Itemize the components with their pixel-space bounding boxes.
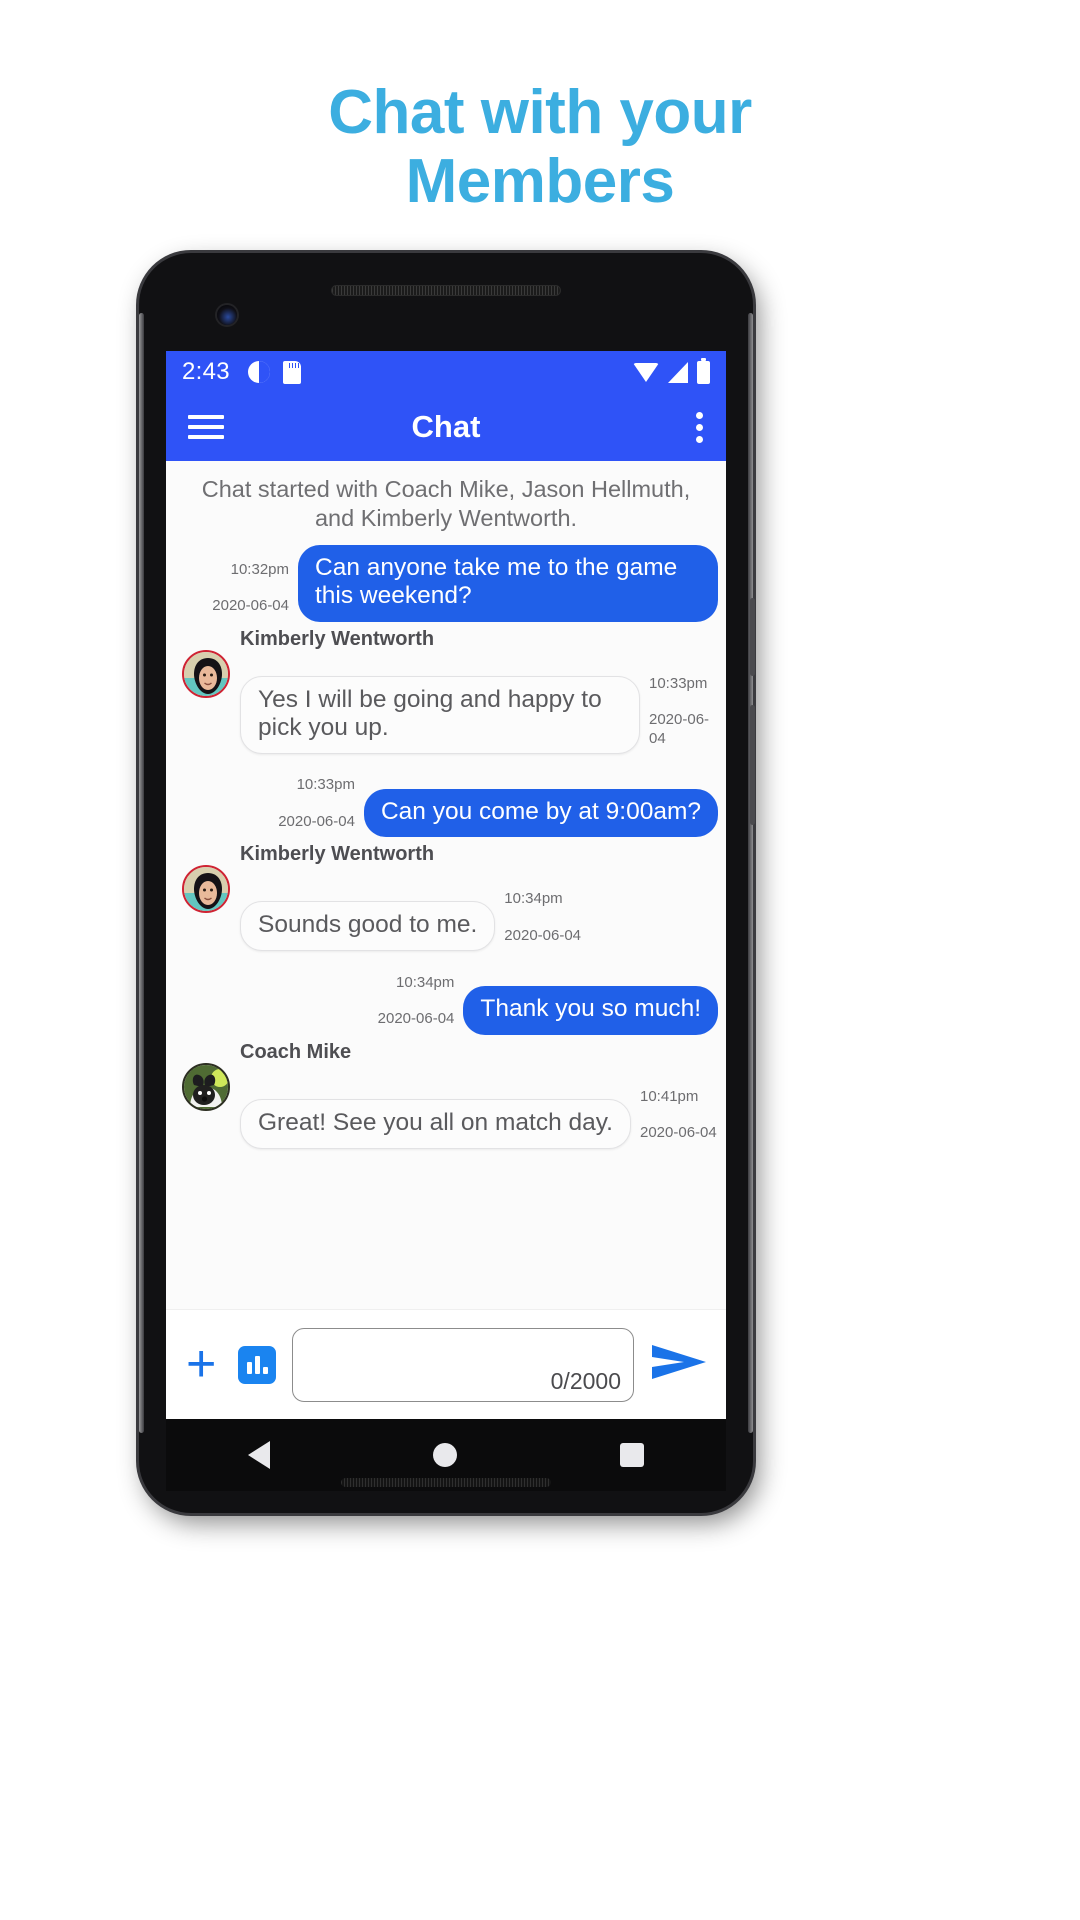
chat-started-notice: Chat started with Coach Mike, Jason Hell…	[201, 476, 691, 531]
message-bubble-incoming[interactable]: Sounds good to me.	[240, 901, 496, 952]
chat-row-outgoing: 10:33pm 2020-06-04 Can you come by at 9:…	[174, 758, 718, 838]
message-date: 2020-06-04	[649, 711, 710, 747]
do-not-disturb-icon	[247, 361, 270, 383]
message-date: 2020-06-04	[640, 1124, 717, 1142]
bottom-speaker-grille	[341, 1478, 551, 1487]
message-time: 10:34pm	[504, 890, 563, 908]
power-button[interactable]	[750, 598, 755, 676]
incoming-bubble-line: Yes I will be going and happy to pick yo…	[240, 657, 718, 754]
chat-row-outgoing: 10:34pm 2020-06-04 Thank you so much!	[174, 955, 718, 1035]
volume-button[interactable]	[750, 705, 755, 825]
kebab-menu-icon[interactable]	[696, 407, 704, 448]
kimberly-avatar[interactable]	[182, 865, 230, 914]
message-timestamp: 10:32pm 2020-06-04	[212, 542, 289, 621]
send-arrow-glyph	[652, 1345, 706, 1379]
kimberly-avatar[interactable]	[182, 649, 230, 698]
kebab-dot	[696, 435, 703, 443]
hamburger-bar	[188, 435, 224, 439]
chat-row-outgoing: 10:32pm 2020-06-04 Can anyone take me to…	[174, 542, 718, 622]
chat-row-incoming: Kimberly Wentworth Yes I will be going a…	[174, 628, 718, 754]
phone-edge-left	[139, 313, 144, 1433]
avatar-image	[184, 651, 228, 696]
back-triangle-icon[interactable]	[247, 1441, 270, 1469]
message-sender-name: Kimberly Wentworth	[240, 627, 435, 650]
coach-mike-avatar[interactable]	[182, 1062, 230, 1111]
hamburger-bar	[188, 415, 224, 419]
earpiece-speaker	[331, 285, 561, 296]
incoming-message-column: Kimberly Wentworth Sounds good to me. 10…	[240, 843, 581, 952]
message-time: 10:34pm	[396, 973, 455, 991]
incoming-bubble-line: Great! See you all on match day. 10:41pm…	[240, 1070, 717, 1149]
message-sender-name: Kimberly Wentworth	[240, 843, 435, 866]
incoming-bubble-line: Sounds good to me. 10:34pm 2020-06-04	[240, 872, 581, 952]
poll-bar	[262, 1366, 268, 1374]
plus-icon[interactable]: +	[180, 1338, 222, 1391]
poll-chart-icon[interactable]	[238, 1345, 277, 1384]
page-title-line-1: Chat with your	[328, 78, 752, 147]
avatar-image	[184, 867, 228, 912]
hamburger-bar	[188, 425, 224, 429]
phone-mockup: 2:43 Chat Chat started with Coach Mike, …	[139, 253, 755, 1513]
message-input[interactable]: 0/2000	[292, 1327, 634, 1402]
hamburger-menu-icon[interactable]	[188, 409, 224, 445]
char-counter: 0/2000	[550, 1367, 621, 1394]
message-date: 2020-06-04	[504, 927, 582, 945]
battery-icon	[697, 357, 710, 384]
kebab-dot	[696, 411, 703, 419]
message-time: 10:33pm	[296, 776, 355, 794]
message-sender-name: Coach Mike	[240, 1040, 352, 1063]
chat-row-incoming: Coach Mike Great! See you all on match d…	[174, 1041, 718, 1149]
message-date: 2020-06-04	[212, 597, 289, 615]
message-date: 2020-06-04	[278, 812, 355, 830]
incoming-message-column: Coach Mike Great! See you all on match d…	[240, 1041, 717, 1149]
message-bubble-incoming[interactable]: Great! See you all on match day.	[240, 1098, 631, 1149]
incoming-message-column: Kimberly Wentworth Yes I will be going a…	[240, 628, 718, 754]
sd-card-icon	[282, 360, 301, 384]
status-bar: 2:43	[166, 351, 726, 393]
poll-bar	[254, 1355, 260, 1374]
cellular-signal-icon	[668, 361, 688, 383]
status-left-icons	[247, 360, 301, 384]
message-bubble-outgoing[interactable]: Can anyone take me to the game this week…	[298, 545, 718, 622]
message-timestamp: 10:33pm 2020-06-04	[278, 758, 355, 837]
message-timestamp: 10:41pm 2020-06-04	[640, 1070, 717, 1149]
send-arrow-icon[interactable]	[650, 1339, 712, 1390]
message-time: 10:32pm	[230, 560, 289, 578]
home-circle-icon[interactable]	[432, 1443, 457, 1467]
message-bubble-outgoing[interactable]: Can you come by at 9:00am?	[363, 789, 718, 838]
status-right-icons	[633, 357, 710, 384]
kebab-dot	[696, 423, 703, 431]
app-bar-title: Chat	[411, 409, 481, 444]
message-timestamp: 10:33pm 2020-06-04	[649, 657, 718, 754]
phone-body: 2:43 Chat Chat started with Coach Mike, …	[139, 253, 753, 1513]
wifi-icon	[633, 362, 659, 382]
status-time: 2:43	[182, 358, 230, 385]
message-bubble-incoming[interactable]: Yes I will be going and happy to pick yo…	[240, 675, 640, 754]
poll-bar	[246, 1361, 252, 1374]
message-bubble-outgoing[interactable]: Thank you so much!	[463, 986, 718, 1035]
avatar-image	[184, 1064, 228, 1109]
message-composer: + 0/2000	[166, 1309, 726, 1419]
chat-message-list[interactable]: Chat started with Coach Mike, Jason Hell…	[166, 461, 726, 1309]
recents-square-icon[interactable]	[620, 1443, 645, 1467]
page-title: Chat with your Members	[0, 0, 1080, 217]
message-time: 10:33pm	[649, 674, 708, 692]
message-time: 10:41pm	[640, 1087, 699, 1105]
front-camera-icon	[217, 305, 237, 325]
phone-edge-right	[748, 313, 753, 1433]
message-timestamp: 10:34pm 2020-06-04	[504, 872, 581, 951]
app-bar: Chat	[166, 393, 726, 461]
chat-row-incoming: Kimberly Wentworth Sounds good to me. 10…	[174, 843, 718, 952]
message-timestamp: 10:34pm 2020-06-04	[378, 955, 455, 1034]
phone-screen: 2:43 Chat Chat started with Coach Mike, …	[166, 351, 726, 1419]
message-date: 2020-06-04	[377, 1010, 455, 1028]
page-title-line-2: Members	[405, 147, 675, 217]
